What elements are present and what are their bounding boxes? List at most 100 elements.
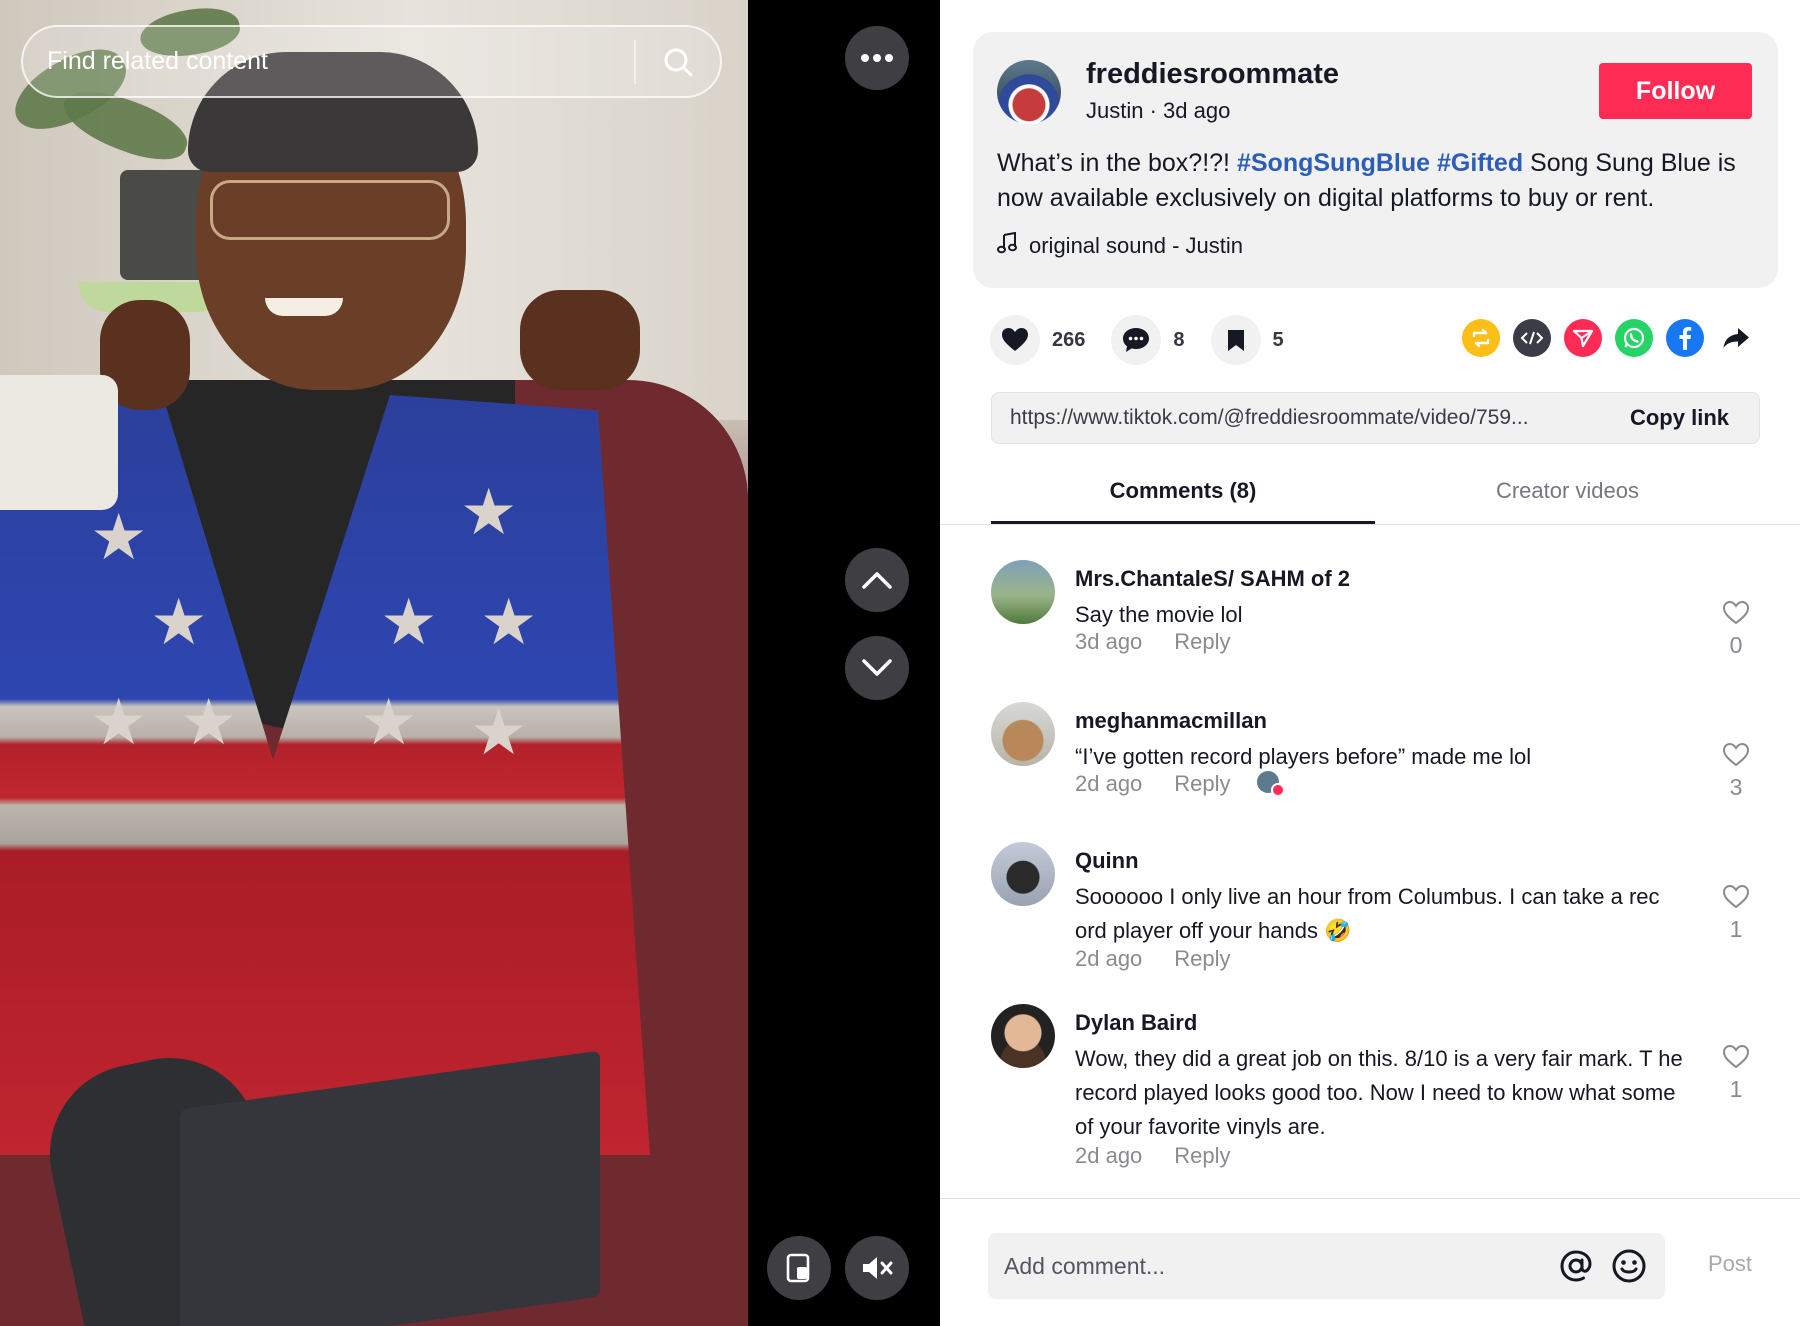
- sound-link[interactable]: original sound - Justin: [997, 231, 1244, 260]
- composer-divider: [940, 1198, 1800, 1199]
- tab-creator-videos[interactable]: Creator videos: [1375, 470, 1760, 524]
- reply-button[interactable]: Reply: [1174, 629, 1230, 655]
- vest-star: ★: [180, 686, 238, 758]
- like-action[interactable]: 266: [990, 315, 1085, 365]
- commenter-avatar[interactable]: [991, 1004, 1055, 1068]
- heart-outline-icon[interactable]: [1716, 1044, 1756, 1076]
- background-card: [0, 375, 118, 510]
- comment-like[interactable]: 3: [1716, 742, 1756, 801]
- vest-star: ★: [380, 586, 438, 658]
- video-player[interactable]: ★ ★ ★ ★ ★ ★ ★ ★ ★ Find related content: [0, 0, 748, 1326]
- hashtag-link[interactable]: #Gifted: [1437, 149, 1523, 177]
- caption-prefix: What’s in the box?!?!: [997, 149, 1237, 177]
- miniplayer-icon[interactable]: [767, 1236, 831, 1300]
- comment-like-count: 1: [1729, 916, 1743, 942]
- copy-link-button[interactable]: Copy link: [1610, 405, 1759, 431]
- comment-placeholder: Add comment...: [1004, 1252, 1166, 1279]
- comment-meta: 2d ago Reply: [1075, 946, 1231, 972]
- comment-meta: 2d ago Reply: [1075, 771, 1285, 797]
- search-placeholder: Find related content: [47, 47, 268, 75]
- share-buttons: [1462, 319, 1768, 357]
- vest-star: ★: [90, 686, 148, 758]
- author-subtitle: Justin · 3d ago: [1086, 98, 1230, 124]
- heart-outline-icon[interactable]: [1716, 884, 1756, 916]
- music-note-icon: [997, 231, 1017, 260]
- comment-meta: 2d ago Reply: [1075, 1143, 1231, 1169]
- commenter-name[interactable]: Dylan Baird: [1075, 1010, 1197, 1036]
- like-count: 266: [1052, 328, 1086, 351]
- vest-star: ★: [360, 686, 418, 758]
- comment-item: meghanmacmillan “I’ve gotten record play…: [991, 702, 1761, 822]
- person-smile: [265, 298, 343, 316]
- repost-icon[interactable]: [1462, 319, 1500, 357]
- comment-text: Say the movie lol: [1075, 602, 1243, 627]
- hashtag-link[interactable]: #SongSungBlue: [1237, 149, 1430, 177]
- reply-button[interactable]: Reply: [1174, 771, 1230, 797]
- comment-like-count: 1: [1729, 1076, 1743, 1102]
- find-related-search[interactable]: Find related content: [21, 25, 722, 98]
- commenter-name[interactable]: meghanmacmillan: [1075, 708, 1267, 734]
- comment-bubble-icon[interactable]: [1111, 315, 1162, 365]
- search-icon[interactable]: [636, 25, 720, 98]
- details-panel: freddiesroommate Justin · 3d ago Follow …: [940, 0, 1800, 1326]
- comment-like-count: 3: [1729, 774, 1743, 800]
- video-link-box: https://www.tiktok.com/@freddiesroommate…: [991, 392, 1760, 444]
- send-icon[interactable]: [1564, 319, 1602, 357]
- commenter-name[interactable]: Quinn: [1075, 848, 1139, 874]
- share-arrow-icon[interactable]: [1717, 319, 1755, 357]
- follow-button[interactable]: Follow: [1599, 63, 1752, 119]
- comment-action[interactable]: 8: [1111, 315, 1185, 365]
- vest-star: ★: [480, 586, 538, 658]
- author-username[interactable]: freddiesroommate: [1086, 58, 1339, 91]
- post-caption: What’s in the box?!?! #SongSungBlue #Gif…: [997, 146, 1757, 216]
- comment-time: 2d ago: [1075, 946, 1143, 971]
- heart-icon[interactable]: [990, 315, 1040, 365]
- comment-meta: 3d ago Reply: [1075, 629, 1231, 655]
- muted-icon[interactable]: [845, 1236, 909, 1300]
- comment-item: Quinn Soooooo I only live an hour from C…: [991, 842, 1761, 992]
- comment-text: Wow, they did a great job on this. 8/10 …: [1075, 1046, 1683, 1139]
- commenter-avatar[interactable]: [991, 702, 1055, 766]
- person-glasses: [210, 180, 450, 240]
- comment-like[interactable]: 1: [1716, 1044, 1756, 1103]
- comment-item: Mrs.ChantaleS/ SAHM of 2 Say the movie l…: [991, 560, 1761, 680]
- post-info-card: freddiesroommate Justin · 3d ago Follow …: [973, 32, 1778, 288]
- person-hand-right: [520, 290, 640, 390]
- emoji-icon[interactable]: [1611, 1248, 1647, 1284]
- author-avatar[interactable]: [997, 60, 1061, 124]
- commenter-avatar[interactable]: [991, 560, 1055, 624]
- sound-name: original sound - Justin: [1029, 233, 1244, 258]
- more-icon[interactable]: [845, 26, 909, 90]
- comment-count: 8: [1173, 328, 1185, 351]
- bookmark-icon[interactable]: [1210, 315, 1261, 365]
- reply-button[interactable]: Reply: [1174, 1143, 1230, 1169]
- reply-button[interactable]: Reply: [1174, 946, 1230, 972]
- comment-time: 2d ago: [1075, 771, 1143, 796]
- post-time: 3d ago: [1163, 98, 1231, 123]
- comment-like[interactable]: 0: [1716, 600, 1756, 659]
- commenter-avatar[interactable]: [991, 842, 1055, 906]
- mention-icon[interactable]: [1559, 1249, 1593, 1283]
- comment-time: 3d ago: [1075, 629, 1143, 654]
- save-count: 5: [1272, 328, 1284, 351]
- add-comment-field[interactable]: Add comment...: [988, 1233, 1665, 1299]
- video-url[interactable]: https://www.tiktok.com/@freddiesroommate…: [992, 406, 1610, 430]
- heart-outline-icon[interactable]: [1716, 600, 1756, 632]
- embed-icon[interactable]: [1513, 319, 1551, 357]
- chevron-up-icon[interactable]: [845, 548, 909, 612]
- separator: ·: [1143, 98, 1164, 123]
- post-comment-button[interactable]: Post: [1708, 1251, 1752, 1277]
- chevron-down-icon[interactable]: [845, 636, 909, 700]
- facebook-icon[interactable]: [1666, 319, 1704, 357]
- comment-item: Dylan Baird Wow, they did a great job on…: [991, 1004, 1761, 1184]
- comment-text: “I’ve gotten record players before” made…: [1075, 744, 1532, 769]
- whatsapp-icon[interactable]: [1615, 319, 1653, 357]
- save-action[interactable]: 5: [1210, 315, 1284, 365]
- vest-star: ★: [150, 586, 208, 658]
- comment-like[interactable]: 1: [1716, 884, 1756, 943]
- commenter-name[interactable]: Mrs.ChantaleS/ SAHM of 2: [1075, 566, 1350, 592]
- author-display-name: Justin: [1086, 98, 1144, 123]
- vest-star: ★: [90, 501, 148, 573]
- heart-outline-icon[interactable]: [1716, 742, 1756, 774]
- tab-comments[interactable]: Comments (8): [991, 470, 1375, 524]
